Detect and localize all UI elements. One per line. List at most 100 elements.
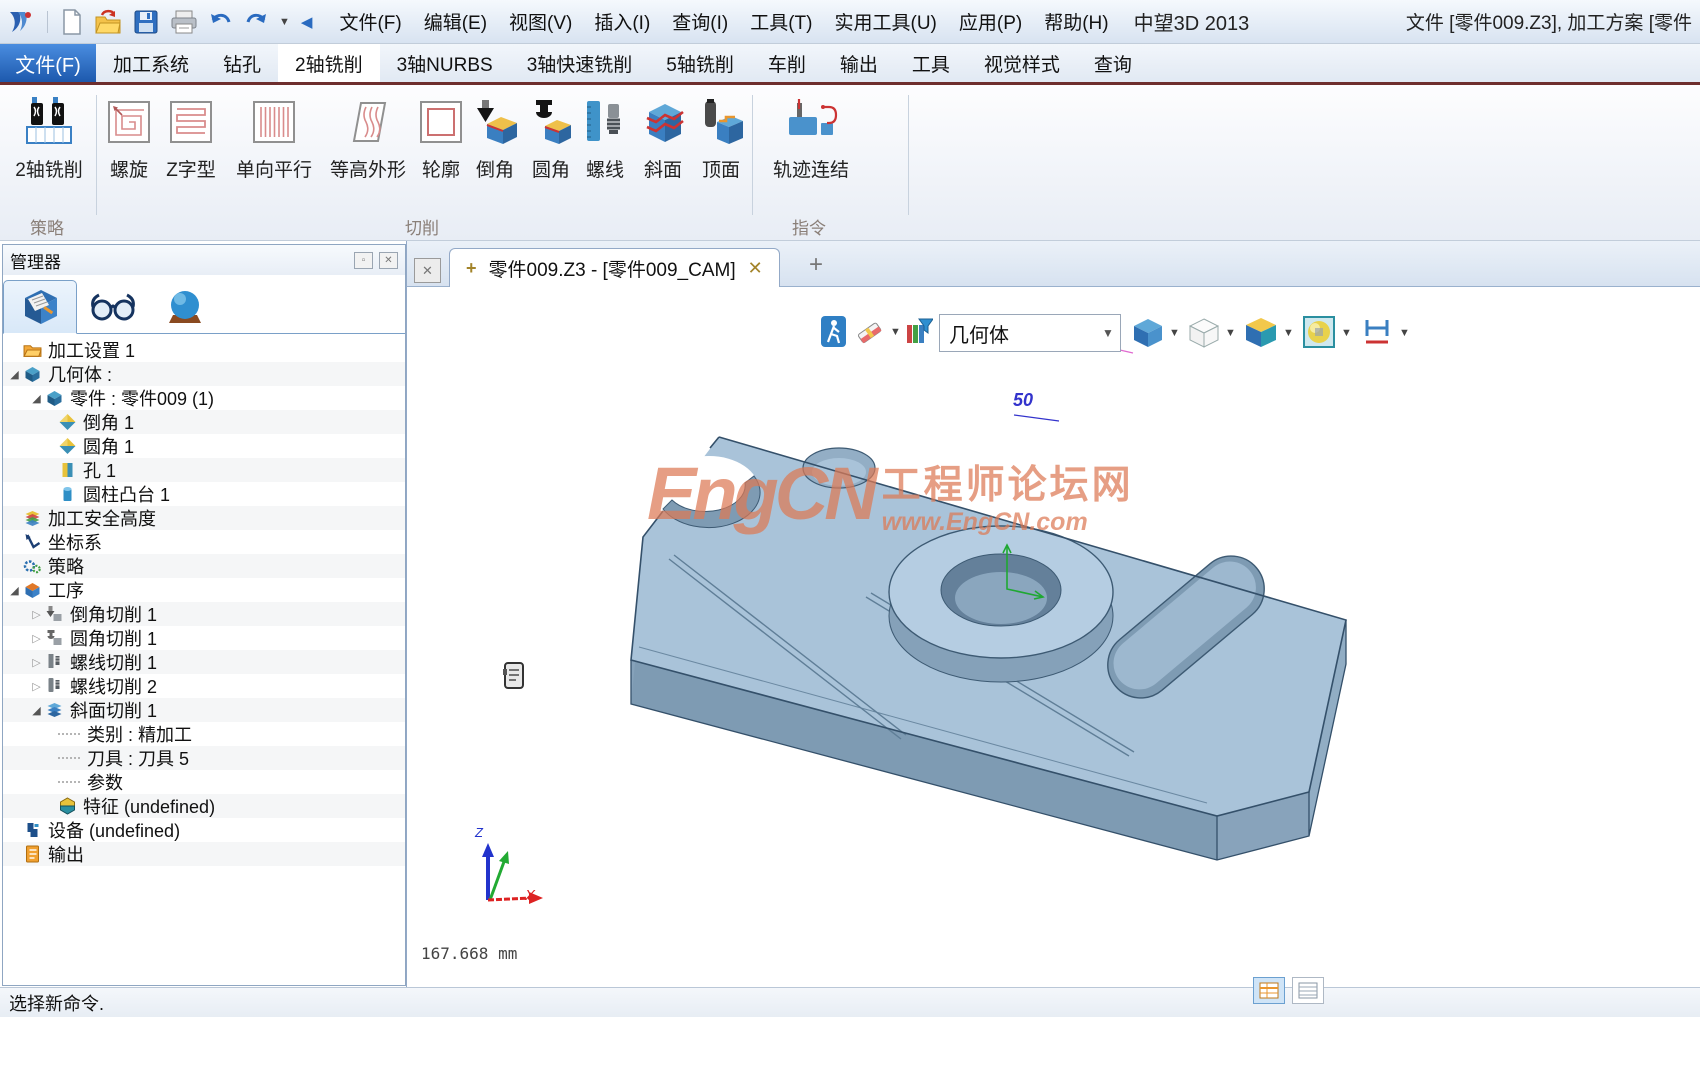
annotation-note-icon[interactable] <box>502 661 526 691</box>
new-tab-icon[interactable]: + <box>809 251 823 279</box>
expand-open-icon[interactable]: ◢ <box>7 368 22 381</box>
tree-row-hole[interactable]: 孔 1 <box>3 458 405 482</box>
render-mode-dropdown-icon[interactable]: ▼ <box>1341 327 1352 339</box>
collapse-menu-icon[interactable]: ◀ <box>301 13 313 31</box>
tree-row-chamfer-feature[interactable]: 倒角 1 <box>3 410 405 434</box>
expand-closed-icon[interactable]: ▷ <box>29 632 44 645</box>
menu-tools[interactable]: 工具(T) <box>739 5 823 38</box>
2axis-milling-button[interactable]: 2轴铣削 <box>6 91 92 182</box>
combo-dropdown-icon[interactable]: ▼ <box>1096 326 1120 340</box>
menu-applications[interactable]: 应用(P) <box>948 5 1033 38</box>
save-button[interactable] <box>133 9 159 35</box>
entity-filter-combo[interactable]: 几何体 ▼ <box>939 314 1121 352</box>
tab-cam-manager[interactable] <box>3 280 77 334</box>
tree-row-chamfer-op[interactable]: ▷倒角切削 1 <box>3 602 405 626</box>
tree-row-helix-op-1[interactable]: ▷螺线切削 1 <box>3 650 405 674</box>
tab-visibility[interactable] <box>77 281 149 333</box>
panel-restore-icon[interactable]: ▫ <box>354 252 373 269</box>
render-mode-button[interactable] <box>1303 316 1335 348</box>
menu-file[interactable]: 文件(F) <box>328 5 412 38</box>
tab-close-icon[interactable]: ✕ <box>748 258 763 279</box>
tab-turning[interactable]: 车削 <box>751 44 823 82</box>
status-table-view-button[interactable] <box>1253 977 1285 1004</box>
tree-row-safe-height[interactable]: 加工安全高度 <box>3 506 405 530</box>
tree-row-class[interactable]: 类别 : 精加工 <box>3 722 405 746</box>
tree-row-frame[interactable]: 坐标系 <box>3 530 405 554</box>
colored-view-button[interactable] <box>1245 316 1277 348</box>
ramp-button[interactable]: 斜面 <box>636 91 690 182</box>
new-file-button[interactable] <box>61 9 83 35</box>
helix-button[interactable]: 螺线 <box>578 91 632 182</box>
tab-visual-style[interactable]: 视觉样式 <box>967 44 1077 82</box>
tab-5axis-milling[interactable]: 5轴铣削 <box>649 44 751 82</box>
panel-close-icon[interactable]: ✕ <box>379 252 398 269</box>
one-way-parallel-button[interactable]: 单向平行 <box>228 91 320 182</box>
tree-row-fillet-feature[interactable]: 圆角 1 <box>3 434 405 458</box>
spiral-button[interactable]: 螺旋 <box>102 91 156 182</box>
filter-button[interactable] <box>905 317 933 346</box>
tab-scroll-close-icon[interactable]: ✕ <box>414 258 441 283</box>
tree-row-ramp-op[interactable]: ◢斜面切削 1 <box>3 698 405 722</box>
menu-view[interactable]: 视图(V) <box>498 5 583 38</box>
fillet-cut-button[interactable]: 圆角 <box>524 91 578 182</box>
wireframe-view-dropdown-icon[interactable]: ▼ <box>1225 327 1236 339</box>
shaded-view-dropdown-icon[interactable]: ▼ <box>1169 327 1180 339</box>
document-tab[interactable]: + 零件009.Z3 - [零件009_CAM] ✕ <box>449 248 780 287</box>
tab-output[interactable]: 输出 <box>823 44 895 82</box>
dimension-display-dropdown-icon[interactable]: ▼ <box>1399 327 1410 339</box>
expand-closed-icon[interactable]: ▷ <box>29 680 44 693</box>
walkthrough-button[interactable] <box>821 316 846 347</box>
open-file-button[interactable] <box>94 9 122 35</box>
menu-utilities[interactable]: 实用工具(U) <box>824 5 948 38</box>
tree-row-machine[interactable]: 设备 (undefined) <box>3 818 405 842</box>
expand-closed-icon[interactable]: ▷ <box>29 608 44 621</box>
tree-row-parameters[interactable]: 参数 <box>3 770 405 794</box>
tab-machining-system[interactable]: 加工系统 <box>96 44 206 82</box>
expand-closed-icon[interactable]: ▷ <box>29 656 44 669</box>
menu-edit[interactable]: 编辑(E) <box>413 5 498 38</box>
dimension-display-button[interactable] <box>1361 316 1393 348</box>
tree-row-feature[interactable]: 特征 (undefined) <box>3 794 405 818</box>
tree-row-strategy[interactable]: 策略 <box>3 554 405 578</box>
menu-inquire[interactable]: 查询(I) <box>661 5 739 38</box>
z-level-contour-button[interactable]: 等高外形 <box>322 91 414 182</box>
tab-inquire[interactable]: 查询 <box>1077 44 1149 82</box>
tab-solid-view[interactable] <box>149 281 221 333</box>
colored-view-dropdown-icon[interactable]: ▼ <box>1283 327 1294 339</box>
tree-row-operations[interactable]: ◢工序 <box>3 578 405 602</box>
wireframe-view-button[interactable] <box>1189 317 1219 348</box>
qat-dropdown-icon[interactable]: ▼ <box>279 16 290 28</box>
tab-3axis-quick-milling[interactable]: 3轴快速铣削 <box>510 44 650 82</box>
shaded-view-button[interactable] <box>1133 317 1163 348</box>
menu-help[interactable]: 帮助(H) <box>1033 5 1119 38</box>
tab-drilling[interactable]: 钻孔 <box>206 44 278 82</box>
menu-insert[interactable]: 插入(I) <box>583 5 661 38</box>
tree-row-output[interactable]: 输出 <box>3 842 405 866</box>
tree-row-boss[interactable]: 圆柱凸台 1 <box>3 482 405 506</box>
tree-row-tool[interactable]: 刀具 : 刀具 5 <box>3 746 405 770</box>
profile-button[interactable]: 轮廓 <box>416 91 466 182</box>
tab-pin-icon[interactable]: + <box>466 258 477 279</box>
tree-row-setup[interactable]: 加工设置 1 <box>3 338 405 362</box>
status-list-view-button[interactable] <box>1292 977 1324 1004</box>
viewport[interactable]: EngCN 工程师论坛网 www.EngCN.com ▼ 几何体 ▼ ▼ ▼ <box>406 287 1700 987</box>
tree-row-helix-op-2[interactable]: ▷螺线切削 2 <box>3 674 405 698</box>
expand-open-icon[interactable]: ◢ <box>7 584 22 597</box>
expand-open-icon[interactable]: ◢ <box>29 704 44 717</box>
chamfer-cut-button[interactable]: 倒角 <box>470 91 520 182</box>
erase-button[interactable] <box>855 320 883 344</box>
erase-dropdown-icon[interactable]: ▼ <box>890 326 901 338</box>
redo-button[interactable] <box>244 10 268 34</box>
tab-2axis-milling[interactable]: 2轴铣削 <box>278 44 380 82</box>
toolpath-link-button[interactable]: 轨迹连结 <box>764 91 858 182</box>
ribbon-file-tab[interactable]: 文件(F) <box>0 44 96 82</box>
tab-tools[interactable]: 工具 <box>895 44 967 82</box>
tab-3axis-nurbs[interactable]: 3轴NURBS <box>380 44 510 82</box>
top-face-button[interactable]: 顶面 <box>694 91 748 182</box>
print-button[interactable] <box>170 9 198 35</box>
expand-open-icon[interactable]: ◢ <box>29 392 44 405</box>
tree-row-part[interactable]: ◢零件 : 零件009 (1) <box>3 386 405 410</box>
undo-button[interactable] <box>209 10 233 34</box>
tree-row-fillet-op[interactable]: ▷圆角切削 1 <box>3 626 405 650</box>
zigzag-button[interactable]: Z字型 <box>160 91 222 182</box>
